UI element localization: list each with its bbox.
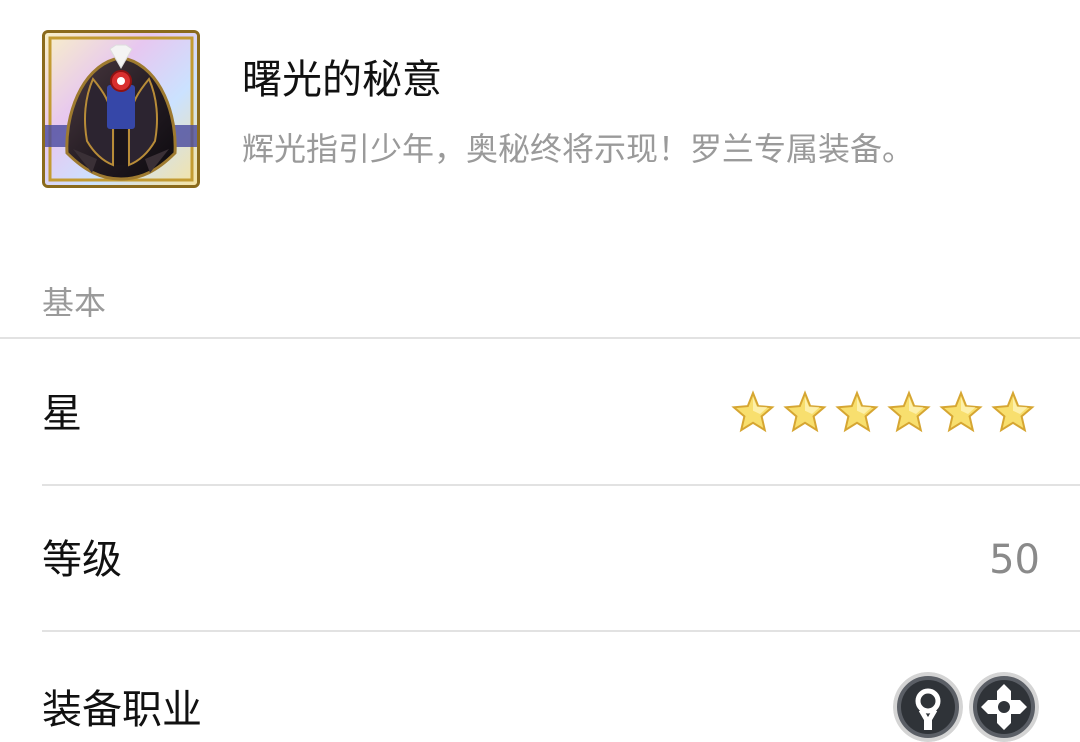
item-name: 曙光的秘意	[242, 57, 442, 103]
star-row-divider	[42, 484, 1080, 486]
class-icons	[893, 672, 1039, 742]
star-icon	[887, 390, 931, 433]
star-rating	[730, 390, 1036, 438]
cleric-cross-class-icon[interactable]	[969, 672, 1039, 742]
dark-cloak-equipment-icon	[45, 33, 197, 185]
star-icon	[731, 390, 775, 433]
section-label-basic: 基本	[42, 284, 107, 322]
level-value: 50	[989, 537, 1040, 583]
item-header: 曙光的秘意 辉光指引少年，奥秘终将示现！罗兰专属装备。	[0, 0, 1080, 230]
star-icon	[939, 390, 983, 433]
star-icon	[783, 390, 827, 433]
equipment-icon[interactable]	[42, 30, 200, 188]
item-description: 辉光指引少年，奥秘终将示现！罗兰专属装备。	[242, 130, 915, 168]
star-icon	[835, 390, 879, 433]
star-row-label: 星	[42, 391, 82, 437]
level-row-label: 等级	[42, 537, 122, 583]
level-row-divider	[42, 630, 1080, 632]
priest-class-icon[interactable]	[893, 672, 963, 742]
section-divider	[0, 337, 1080, 339]
star-icon	[991, 390, 1035, 433]
job-row-label: 装备职业	[42, 687, 202, 733]
